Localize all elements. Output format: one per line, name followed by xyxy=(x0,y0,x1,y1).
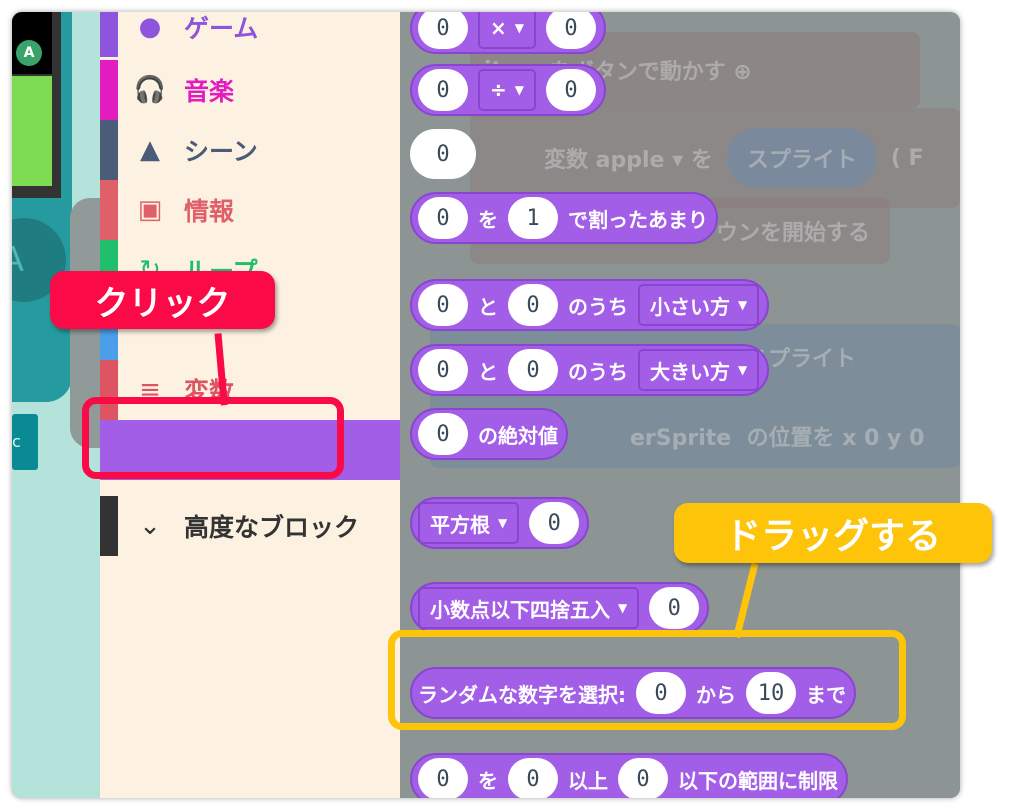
caret-down-icon: ▼ xyxy=(514,21,524,35)
game-circle-icon: ● xyxy=(138,12,162,42)
category-headphones[interactable]: 🎧 音楽 xyxy=(100,60,400,120)
block-label: のうち xyxy=(568,294,628,319)
number-input[interactable]: 0 xyxy=(418,12,468,49)
operator-dropdown[interactable]: × ▼ xyxy=(478,12,536,49)
drag-highlight xyxy=(388,630,906,730)
number-input[interactable]: 0 xyxy=(546,69,596,111)
id-card-icon: ▣ xyxy=(137,195,163,225)
caret-down-icon: ▼ xyxy=(618,601,628,615)
operator-dropdown[interactable]: 平方根 ▼ xyxy=(418,502,520,544)
operator-dropdown[interactable]: ÷ ▼ xyxy=(478,69,536,111)
category-label: 音楽 xyxy=(184,77,235,106)
chevron-down-icon: ⌄ xyxy=(139,511,161,541)
min-block[interactable]: 0 と 0 のうち 小さい方 ▼ xyxy=(410,279,770,331)
number-input[interactable]: 1 xyxy=(508,197,558,239)
category-label: シーン xyxy=(184,137,258,166)
constrain-block[interactable]: 0 を 0 以上 0 以下の範囲に制限 xyxy=(410,753,848,798)
number-input[interactable]: 0 xyxy=(418,413,468,455)
category-chevron-down[interactable]: ⌄ 高度なブロック xyxy=(100,496,400,556)
number-input[interactable]: 0 xyxy=(418,349,468,391)
drag-callout: ドラッグする xyxy=(674,503,992,563)
block-label: で割ったあまり xyxy=(568,207,708,232)
operator-dropdown[interactable]: 小数点以下四捨五入 ▼ xyxy=(418,587,640,629)
category-game-circle[interactable]: ● ゲーム xyxy=(100,12,400,57)
caret-down-icon: ▼ xyxy=(514,83,524,97)
number-input[interactable]: 0 xyxy=(418,69,468,111)
category-label: 情報 xyxy=(184,197,235,226)
divide-block[interactable]: 0 ÷ ▼ 0 xyxy=(410,64,606,116)
sprite-a-badge: A xyxy=(16,40,42,66)
tree-icon: ▲ xyxy=(140,135,160,165)
headphones-icon: 🎧 xyxy=(133,75,167,105)
caret-down-icon: ▼ xyxy=(738,298,748,312)
block-label: の絶対値 xyxy=(478,423,558,448)
max-block[interactable]: 0 と 0 のうち 大きい方 ▼ xyxy=(410,344,770,396)
block-label: のうち xyxy=(568,359,628,384)
number-input[interactable]: 0 xyxy=(418,197,468,239)
block-label: 以下の範囲に制限 xyxy=(678,768,838,793)
remainder-block[interactable]: 0 を 1 で割ったあまり xyxy=(410,192,718,244)
operator-dropdown[interactable]: 大きい方 ▼ xyxy=(638,349,760,391)
category-id-card[interactable]: ▣ 情報 xyxy=(100,180,400,240)
simulator-small-button[interactable]: c xyxy=(12,414,38,470)
number-input[interactable]: 0 xyxy=(410,129,476,179)
click-highlight xyxy=(82,397,344,479)
caret-down-icon: ▼ xyxy=(498,516,508,530)
block-label: を xyxy=(478,207,498,232)
abs-block[interactable]: 0 の絶対値 xyxy=(410,408,568,460)
category-tree[interactable]: ▲ シーン xyxy=(100,120,400,180)
category-label: 高度なブロック xyxy=(184,513,360,542)
caret-down-icon: ▼ xyxy=(738,363,748,377)
number-input[interactable]: 0 xyxy=(649,587,700,629)
number-input[interactable]: 0 xyxy=(418,758,468,798)
block-label: と xyxy=(478,359,498,384)
block-label: を xyxy=(478,768,498,793)
number-input[interactable]: 0 xyxy=(508,758,558,798)
number-input[interactable]: 0 xyxy=(618,758,668,798)
number-input[interactable]: 0 xyxy=(546,12,596,49)
block-label: と xyxy=(478,294,498,319)
sqrt-block[interactable]: 平方根 ▼ 0 xyxy=(410,497,590,549)
simulator-screen: A xyxy=(12,12,61,198)
number-input[interactable]: 0 xyxy=(529,502,580,544)
number-input[interactable]: 0 xyxy=(418,284,468,326)
category-label: ゲーム xyxy=(184,14,259,43)
operator-dropdown[interactable]: 小さい方 ▼ xyxy=(638,284,760,326)
number-input[interactable]: 0 xyxy=(508,349,558,391)
click-callout: クリック xyxy=(50,271,275,329)
multiply-block[interactable]: 0 × ▼ 0 xyxy=(410,12,606,54)
number-block[interactable]: 0 xyxy=(410,128,476,180)
number-input[interactable]: 0 xyxy=(508,284,558,326)
block-label: 以上 xyxy=(568,768,608,793)
round-block[interactable]: 小数点以下四捨五入 ▼ 0 xyxy=(410,582,710,634)
